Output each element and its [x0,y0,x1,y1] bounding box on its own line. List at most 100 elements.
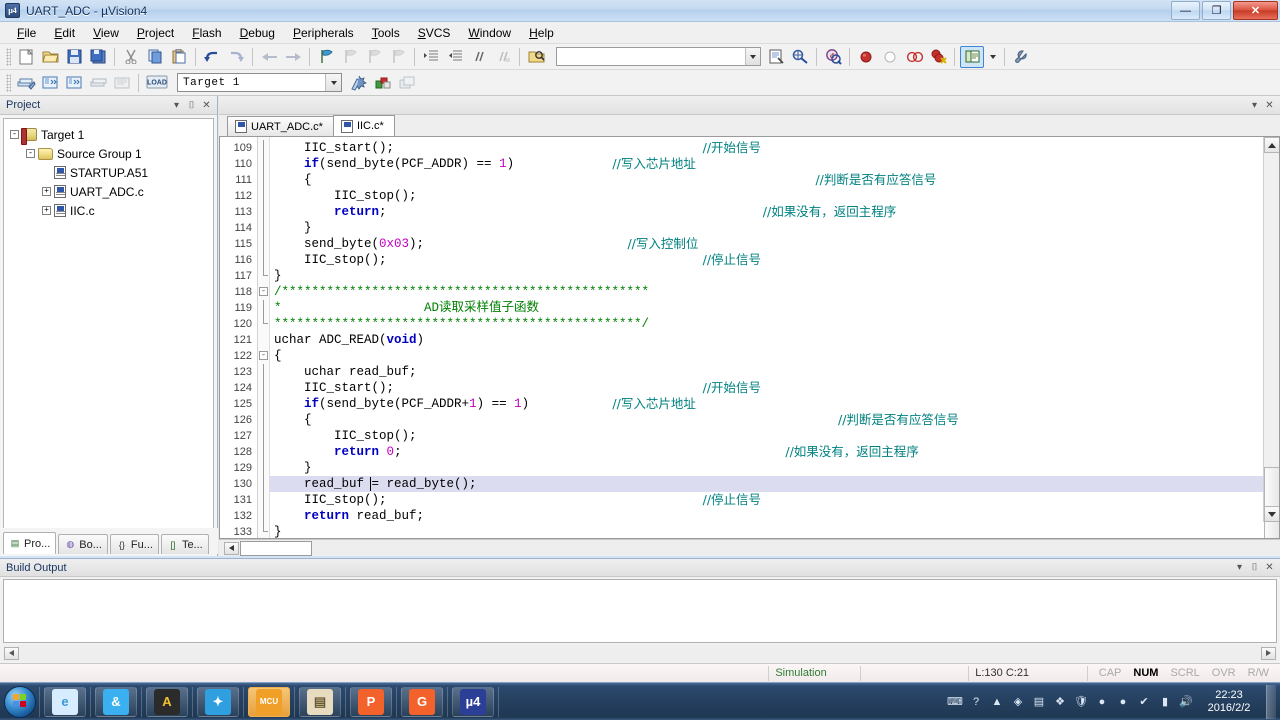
window-layout-icon[interactable] [960,45,984,68]
pin-icon[interactable]: ⌷ [184,98,199,113]
taskbar-item-file-explorer[interactable]: ▤ [299,686,341,717]
code-line[interactable]: {//判断是否有应答信号 [270,412,1279,428]
open-file-icon[interactable] [39,46,61,68]
configuration-wizard-icon[interactable] [1010,46,1032,68]
panel-tab-te[interactable]: [] Te... [160,534,209,554]
code-line[interactable]: if(send_byte(PCF_ADDR+1) == 1)//写入芯片地址 [270,396,1279,412]
code-line[interactable]: read_buf = read_byte(); [270,476,1279,492]
tree-item-source-group-1[interactable]: - Source Group 1 [10,144,213,163]
paste-icon[interactable] [168,46,190,68]
build-output-scrollbar[interactable] [3,645,1277,661]
code-line[interactable]: } [270,524,1279,538]
show-hidden-icons-icon[interactable]: ▲ [989,694,1005,710]
start-button[interactable] [4,685,36,718]
target-select-arrow[interactable] [325,74,341,91]
code-line[interactable]: return; //如果没有，返回主程序 [270,204,1279,220]
taskbar-item-qinheng-mcu[interactable]: MCU [248,686,290,717]
panel-tab-fu[interactable]: {} Fu... [109,534,159,554]
indent-icon[interactable] [420,46,442,68]
chevron-down-icon[interactable]: ▾ [169,98,184,113]
fold-marker[interactable]: - [258,284,269,300]
qq-penguin-2-icon[interactable]: ● [1115,694,1131,710]
window-layout-dropdown-arrow[interactable] [986,46,999,68]
chevron-down-icon[interactable]: ▾ [1232,560,1247,575]
editor-horizontal-scrollbar[interactable] [219,539,1280,556]
taskbar-item-internet-explorer[interactable]: e [44,686,86,717]
code-line[interactable]: if(send_byte(PCF_ADDR) == 1) //写入芯片地址 [270,156,1279,172]
menu-item-file[interactable]: File [8,23,45,43]
tree-item-startup-a51[interactable]: STARTUP.A51 [10,163,213,182]
navigate-forward-icon[interactable] [282,46,304,68]
project-tree[interactable]: - Target 1- Source Group 1 STARTUP.A51 + UART… [3,118,214,553]
code-text[interactable]: IIC_start();//开始信号 if(send_byte(PCF_ADDR… [270,137,1279,538]
usb-safely-remove-icon[interactable]: ✔ [1136,694,1152,710]
navigate-back-icon[interactable] [258,46,280,68]
outdent-icon[interactable] [444,46,466,68]
menu-item-view[interactable]: View [84,23,128,43]
tree-item-target-1[interactable]: - Target 1 [10,125,213,145]
undo-icon[interactable] [201,46,223,68]
copy-icon[interactable] [144,46,166,68]
panel-tab-pro[interactable]: ▤ Pro... [3,532,57,554]
help-icon[interactable]: ? [968,694,984,710]
save-all-icon[interactable] [87,46,109,68]
code-line[interactable]: { [270,348,1279,364]
menu-item-flash[interactable]: Flash [183,23,230,43]
taskbar-item-pdf-converter[interactable]: G [401,686,443,717]
toolbar-grip[interactable] [6,73,11,92]
build-output-content[interactable] [3,579,1277,643]
code-editor[interactable]: 109 110 111 112 113 114 115 116 117 118 119 120 121 1… [219,137,1280,539]
scroll-left-button[interactable] [224,541,239,555]
red-dots-icon[interactable]: ❖ [1052,694,1068,710]
menu-item-tools[interactable]: Tools [363,23,409,43]
code-line[interactable]: send_byte(0x03); //写入控制位 [270,236,1279,252]
multi-project-icon[interactable] [396,72,418,94]
toolbar-grip[interactable] [6,47,11,66]
new-file-icon[interactable] [15,46,37,68]
minimize-button[interactable]: — [1171,1,1200,20]
code-folding-gutter[interactable]: -- [258,137,270,538]
panel-tab-bo[interactable]: ◍ Bo... [58,534,108,554]
code-line[interactable]: } [270,220,1279,236]
fold-marker[interactable]: - [258,348,269,364]
code-line[interactable]: /***************************************… [270,284,1279,300]
horizontal-scroll-track[interactable] [240,540,312,556]
network-tool-icon[interactable]: ▤ [1031,694,1047,710]
code-line[interactable]: IIC_stop(); [270,188,1279,204]
stop-build-icon[interactable] [111,72,133,94]
scroll-down-button[interactable] [1264,506,1279,522]
vertical-scroll-thumb[interactable] [1264,467,1279,538]
code-line[interactable]: } [270,268,1279,284]
scroll-right-button[interactable] [1261,646,1276,660]
code-line[interactable]: uchar ADC_READ(void) [270,332,1279,348]
download-icon[interactable]: LOAD [144,72,170,94]
close-icon[interactable]: ✕ [1262,98,1277,113]
code-line[interactable]: * AD读取采样值子函数 [270,300,1279,316]
taskbar-item-altium[interactable]: A [146,686,188,717]
package-app-icon[interactable]: ◈ [1010,694,1026,710]
bookmark-prev-icon[interactable] [339,46,361,68]
taskbar-item-uvision4[interactable]: µ4 [452,686,494,717]
kill-all-breakpoints-icon[interactable] [903,46,925,68]
editor-tab-uart_adcc[interactable]: UART_ADC.c* [227,116,334,136]
pin-icon[interactable]: ⌷ [1247,560,1262,575]
network-signal-icon[interactable]: ▮ [1157,694,1173,710]
menu-item-project[interactable]: Project [128,23,183,43]
insert-breakpoint-icon[interactable] [855,46,877,68]
chevron-down-icon[interactable]: ▾ [1247,98,1262,113]
find-input[interactable] [556,47,761,66]
close-icon[interactable]: ✕ [1262,560,1277,575]
fold-collapse-icon[interactable]: - [259,287,268,296]
code-line[interactable]: return read_buf; [270,508,1279,524]
comment-icon[interactable] [468,46,490,68]
bookmark-toggle-icon[interactable] [315,46,337,68]
close-icon[interactable]: ✕ [199,98,214,113]
expand-toggle-icon[interactable]: + [42,187,51,196]
collapse-toggle-icon[interactable]: - [10,130,19,139]
tree-item-iic-c[interactable]: + IIC.c [10,201,213,220]
code-line[interactable]: IIC_stop(); //停止信号 [270,252,1279,268]
menu-item-peripherals[interactable]: Peripherals [284,23,363,43]
code-line[interactable]: ****************************************… [270,316,1279,332]
menu-item-help[interactable]: Help [520,23,563,43]
code-line[interactable]: IIC_start(); //开始信号 [270,380,1279,396]
